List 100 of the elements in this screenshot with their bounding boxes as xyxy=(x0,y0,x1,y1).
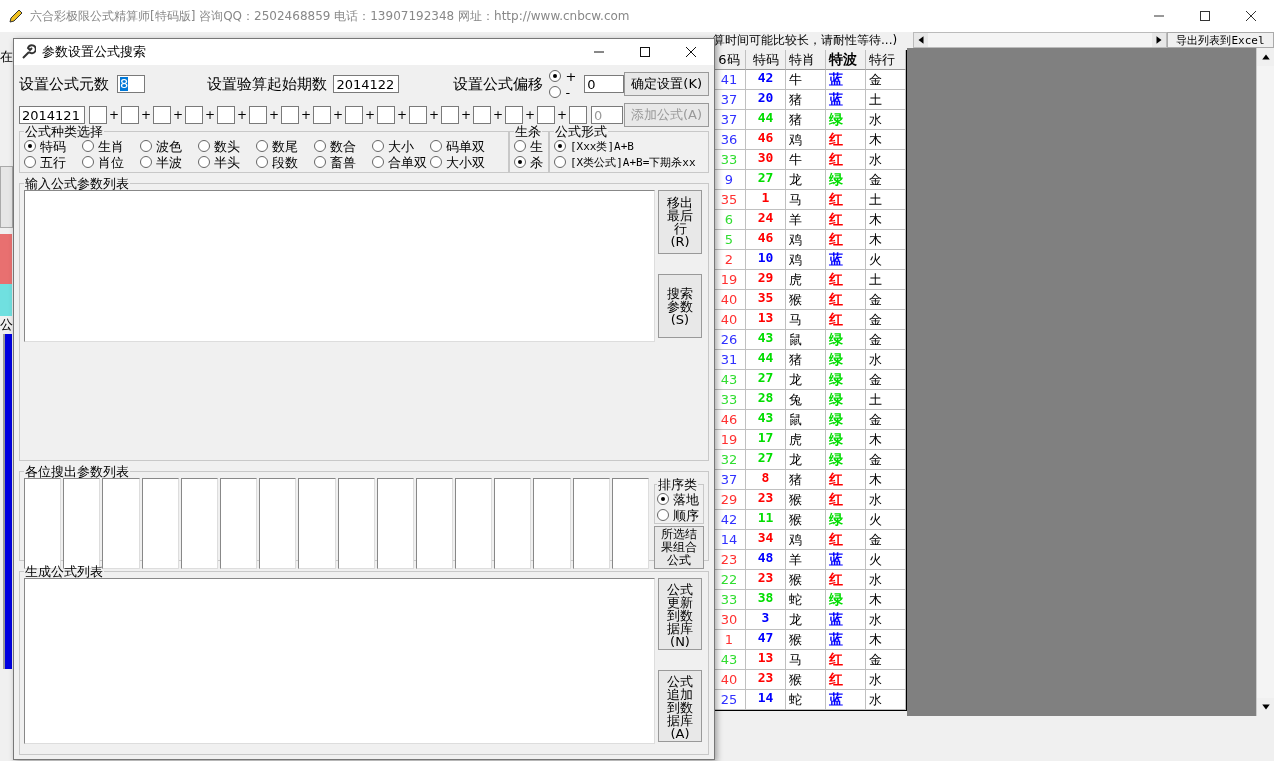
input-field[interactable] xyxy=(345,106,363,124)
input-field[interactable] xyxy=(249,106,267,124)
radio-button[interactable] xyxy=(198,140,210,152)
maximize-icon[interactable] xyxy=(1199,10,1211,22)
radio-button[interactable] xyxy=(372,140,384,152)
input-field[interactable]: 2014122 xyxy=(333,75,400,93)
table-cell: 木 xyxy=(866,590,906,610)
column-header[interactable]: 特肖 xyxy=(786,50,826,70)
input-field[interactable] xyxy=(473,106,491,124)
result-list[interactable] xyxy=(259,478,297,569)
scroll-down-icon[interactable] xyxy=(1260,702,1271,712)
result-list[interactable] xyxy=(337,478,375,569)
plus-sign: + xyxy=(459,108,473,122)
input-field[interactable] xyxy=(185,106,203,124)
input-field[interactable] xyxy=(121,106,139,124)
input-field[interactable] xyxy=(409,106,427,124)
side-button[interactable]: 移出最后行(R) xyxy=(658,190,702,254)
radio-button[interactable] xyxy=(82,140,94,152)
result-list[interactable] xyxy=(102,478,140,569)
radio-button[interactable] xyxy=(514,156,526,168)
input-field[interactable] xyxy=(89,106,107,124)
scroll-left-icon[interactable] xyxy=(916,35,926,45)
column-header[interactable]: 特波 xyxy=(826,50,866,70)
input-field[interactable]: 0 xyxy=(584,75,625,93)
table-cell: 绿 xyxy=(826,170,866,190)
input-field[interactable] xyxy=(313,106,331,124)
side-button[interactable]: 公式更新到数据库(N) xyxy=(658,578,702,650)
radio-button[interactable] xyxy=(514,140,526,152)
vertical-scrollbar[interactable] xyxy=(1256,48,1274,716)
radio-button[interactable] xyxy=(657,509,669,521)
input-field[interactable] xyxy=(505,106,523,124)
input-field[interactable] xyxy=(281,106,299,124)
column-header[interactable]: 特行 xyxy=(866,50,906,70)
radio-button[interactable] xyxy=(372,156,384,168)
table-cell: 蓝 xyxy=(826,630,866,650)
radio-button[interactable] xyxy=(314,156,326,168)
table-cell: 木 xyxy=(866,130,906,150)
plus-sign: + xyxy=(395,108,409,122)
table-cell: 绿 xyxy=(826,450,866,470)
export-excel-button[interactable]: 导出列表到Excel xyxy=(1167,32,1274,48)
result-list[interactable] xyxy=(219,478,258,569)
table-cell: 蓝 xyxy=(826,610,866,630)
table-cell: 木 xyxy=(866,210,906,230)
radio-button[interactable] xyxy=(314,140,326,152)
maximize-icon[interactable] xyxy=(639,46,651,58)
close-icon[interactable] xyxy=(1245,10,1257,22)
input-field[interactable]: 8 xyxy=(117,75,146,93)
input-field[interactable] xyxy=(537,106,555,124)
radio-button[interactable] xyxy=(256,140,268,152)
input-field[interactable] xyxy=(569,106,587,124)
radio-button[interactable] xyxy=(430,140,442,152)
table-cell: 虎 xyxy=(786,430,826,450)
group-title: 生杀 xyxy=(514,125,542,138)
result-list[interactable] xyxy=(572,478,610,569)
radio-button[interactable] xyxy=(554,140,566,152)
scroll-right-icon[interactable] xyxy=(1154,35,1164,45)
table-cell: 猪 xyxy=(786,90,826,110)
input-field[interactable] xyxy=(441,106,459,124)
result-list[interactable] xyxy=(455,478,493,569)
result-list[interactable] xyxy=(494,478,532,569)
result-list[interactable] xyxy=(298,478,336,569)
scroll-up-icon[interactable] xyxy=(1260,52,1271,62)
table-cell: 羊 xyxy=(786,550,826,570)
result-list[interactable] xyxy=(533,478,571,569)
radio-button[interactable] xyxy=(554,156,566,168)
radio-button[interactable] xyxy=(549,70,562,82)
table-cell: 27 xyxy=(746,370,786,390)
result-list[interactable] xyxy=(141,478,179,569)
table-cell: 土 xyxy=(866,390,906,410)
result-list[interactable] xyxy=(376,478,414,569)
close-icon[interactable] xyxy=(685,46,697,58)
horizontal-scrollbar[interactable] xyxy=(913,32,1167,48)
combine-button[interactable]: 所选结果组合公式 xyxy=(654,526,704,569)
table-cell: 47 xyxy=(746,630,786,650)
input-field[interactable] xyxy=(377,106,395,124)
radio-button[interactable] xyxy=(24,156,36,168)
result-list[interactable] xyxy=(180,478,218,569)
radio-button[interactable] xyxy=(430,156,442,168)
radio-button[interactable] xyxy=(24,140,36,152)
radio-button[interactable] xyxy=(82,156,94,168)
confirm-button[interactable]: 确定设置(K) xyxy=(624,72,709,96)
radio-button[interactable] xyxy=(256,156,268,168)
side-button[interactable]: 公式追加到数据库(A) xyxy=(658,670,702,742)
radio-button[interactable] xyxy=(657,493,669,505)
radio-button[interactable] xyxy=(549,86,562,98)
result-list[interactable] xyxy=(611,478,649,569)
column-header[interactable]: 特码 xyxy=(746,50,786,70)
radio-button[interactable] xyxy=(198,156,210,168)
table-cell: 红 xyxy=(826,470,866,490)
table-cell: 30 xyxy=(746,150,786,170)
table-cell: 水 xyxy=(866,670,906,690)
input-field[interactable]: 2014121 xyxy=(19,106,85,124)
radio-button[interactable] xyxy=(140,140,152,152)
result-list[interactable] xyxy=(415,478,454,569)
window-title: 六合彩极限公式精算师[特码版] 咨询QQ：2502468859 电话：13907192348 网址：http://www.cnbcw.com xyxy=(30,7,630,25)
input-field[interactable] xyxy=(153,106,171,124)
side-button[interactable]: 搜索参数(S) xyxy=(658,274,702,338)
radio-button[interactable] xyxy=(140,156,152,168)
input-field[interactable] xyxy=(217,106,235,124)
table-cell: 龙 xyxy=(786,370,826,390)
